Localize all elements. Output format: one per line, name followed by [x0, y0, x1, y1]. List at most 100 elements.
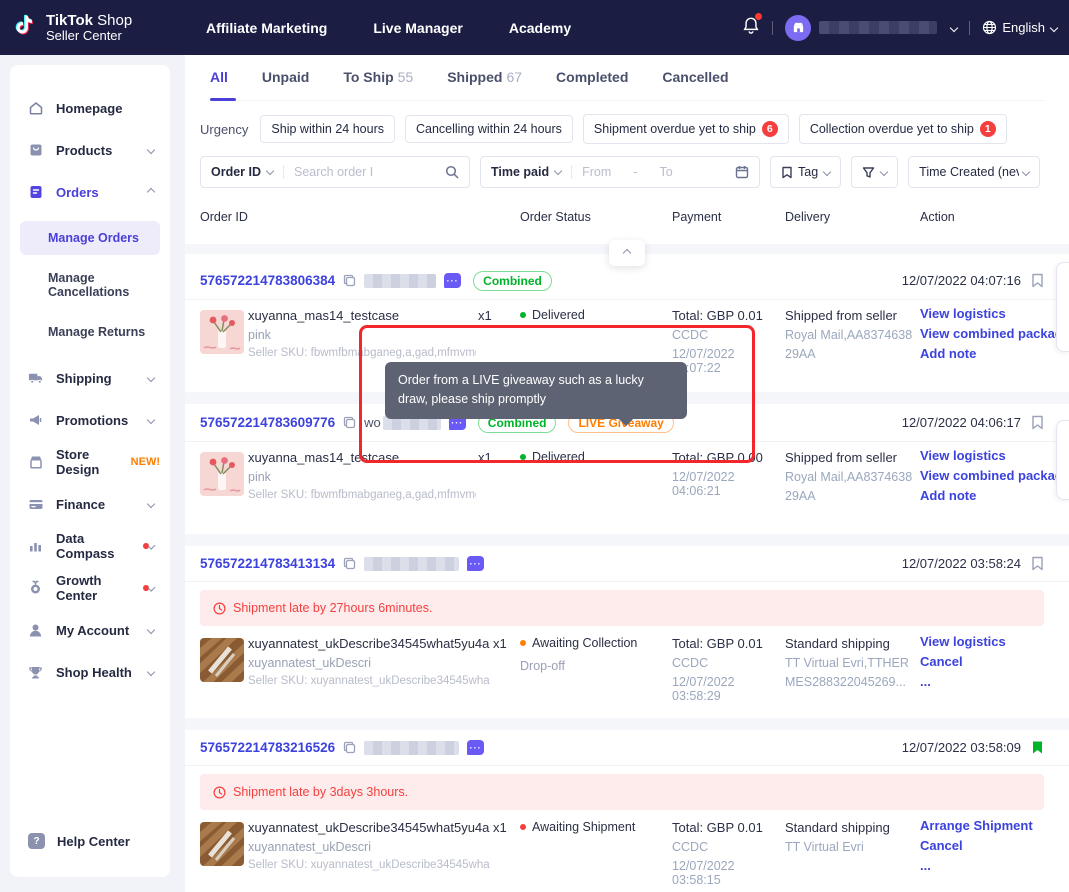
account-menu[interactable]: [785, 15, 957, 41]
tab-completed[interactable]: Completed: [556, 69, 628, 100]
payment-time: 12/07/2022 04:07:22: [672, 347, 784, 375]
sidebar-subitem-manage-cancellations[interactable]: Manage Cancellations: [20, 261, 160, 309]
date-to-input[interactable]: To: [659, 165, 672, 179]
delivery-tracking: MES288322045269...: [785, 675, 915, 689]
medal-icon: [28, 580, 44, 596]
action-cancel[interactable]: Cancel: [920, 838, 1033, 853]
delivery-tracking: 29AA: [785, 489, 915, 503]
tab-unpaid[interactable]: Unpaid: [262, 69, 309, 100]
chip-shipment-overdue[interactable]: Shipment overdue yet to ship6: [583, 114, 789, 144]
action-more[interactable]: ...: [920, 858, 1033, 873]
order-id-link[interactable]: 576572214783413134: [200, 556, 335, 571]
action-view-logistics[interactable]: View logistics: [920, 306, 1069, 321]
chat-icon[interactable]: ···: [444, 273, 461, 288]
sidebar-item-promotions[interactable]: Promotions: [28, 407, 160, 433]
order-id-link[interactable]: 576572214783216526: [200, 740, 335, 755]
search-input[interactable]: [294, 165, 386, 179]
chevron-down-icon: [266, 167, 274, 175]
sidebar-item-orders[interactable]: Orders: [28, 179, 160, 205]
chip-collection-overdue[interactable]: Collection overdue yet to ship1: [799, 114, 1007, 144]
divider: [571, 165, 572, 179]
time-field-select[interactable]: Time paid: [491, 165, 561, 179]
tab-shipped[interactable]: Shipped67: [447, 69, 522, 100]
sidebar-item-data-compass[interactable]: Data Compass: [28, 533, 160, 559]
orders-main: All Unpaid To Ship55 Shipped67 Completed…: [185, 55, 1069, 892]
order-id-link[interactable]: 576572214783609776: [200, 415, 335, 430]
product-variant: pink: [248, 470, 476, 484]
chat-icon[interactable]: ···: [467, 556, 484, 571]
time-paid-range-box: Time paid From - To: [480, 156, 760, 188]
sidebar-item-my-account[interactable]: My Account: [28, 617, 160, 643]
help-center[interactable]: ? Help Center: [28, 833, 130, 849]
col-delivery: Delivery: [785, 210, 830, 224]
tag-filter[interactable]: Tag: [770, 156, 841, 188]
chip-ship-within-24h[interactable]: Ship within 24 hours: [260, 115, 395, 143]
action-view-logistics[interactable]: View logistics: [920, 634, 1006, 649]
tab-cancelled[interactable]: Cancelled: [662, 69, 728, 100]
action-add-note[interactable]: Add note: [920, 346, 1069, 361]
tab-all[interactable]: All: [210, 69, 228, 100]
sidebar-subitem-manage-orders[interactable]: Manage Orders: [20, 221, 160, 255]
search-type-select[interactable]: Order ID: [211, 165, 273, 179]
sidebar-item-shipping[interactable]: Shipping: [28, 365, 160, 391]
product-thumbnail-flower[interactable]: [200, 310, 244, 354]
col-payment: Payment: [672, 210, 721, 224]
nav-academy[interactable]: Academy: [509, 20, 571, 36]
notification-dot: [755, 13, 762, 20]
card-separator: [185, 718, 1069, 730]
sidebar-item-store-design[interactable]: Store Design NEW!: [28, 449, 160, 475]
more-filters[interactable]: [851, 156, 898, 188]
chat-icon[interactable]: ···: [467, 740, 484, 755]
sort-select[interactable]: Time Created (nev: [908, 156, 1040, 188]
action-cancel[interactable]: Cancel: [920, 654, 1006, 669]
sidebar-item-homepage[interactable]: Homepage: [28, 95, 160, 121]
tab-to-ship[interactable]: To Ship55: [343, 69, 413, 100]
search-icon[interactable]: [445, 165, 459, 179]
copy-icon[interactable]: [343, 274, 356, 287]
bookmark-icon-flagged[interactable]: [1031, 740, 1044, 755]
payment-method: CCDC: [672, 328, 784, 342]
sidebar-subitem-manage-returns[interactable]: Manage Returns: [20, 315, 160, 349]
product-variant: xuyannatest_ukDescri: [248, 656, 490, 670]
delivery-option: Standard shipping: [785, 820, 915, 835]
action-arrange-shipment[interactable]: Arrange Shipment: [920, 818, 1033, 833]
side-floating-widget[interactable]: [1056, 420, 1069, 500]
chip-cancelling-within-24h[interactable]: Cancelling within 24 hours: [405, 115, 573, 143]
side-floating-widget[interactable]: [1056, 262, 1069, 352]
calendar-icon[interactable]: [735, 165, 749, 179]
action-view-logistics[interactable]: View logistics: [920, 448, 1069, 463]
bookmark-icon[interactable]: [1031, 273, 1044, 288]
sidebar-item-shop-health[interactable]: Shop Health: [28, 659, 160, 685]
copy-icon[interactable]: [343, 741, 356, 754]
product-thumbnail-wood[interactable]: [200, 638, 244, 682]
payment-total: Total: GBP 0.01: [672, 636, 784, 651]
product-thumbnail-flower[interactable]: [200, 452, 244, 496]
card-icon: [28, 496, 44, 512]
product-variant: xuyannatest_ukDescri: [248, 840, 490, 854]
sidebar-item-finance[interactable]: Finance: [28, 491, 160, 517]
action-more[interactable]: ...: [920, 674, 1006, 689]
sidebar-item-growth-center[interactable]: Growth Center: [28, 575, 160, 601]
language-label: English: [1002, 20, 1045, 35]
action-view-combined-package[interactable]: View combined package: [920, 326, 1069, 341]
products-icon: [28, 142, 44, 158]
brand-logo[interactable]: TikTok Shop Seller Center: [10, 12, 198, 44]
nav-live-manager[interactable]: Live Manager: [373, 20, 462, 36]
notifications-bell-icon[interactable]: [742, 16, 760, 40]
product-thumbnail-wood[interactable]: [200, 822, 244, 866]
order-id-link[interactable]: 576572214783806384: [200, 273, 335, 288]
action-add-note[interactable]: Add note: [920, 488, 1069, 503]
language-selector[interactable]: English: [982, 20, 1057, 35]
redacted-shop-name: [819, 21, 937, 34]
order-status: Awaiting Collection: [532, 636, 637, 650]
chevron-down-icon: [147, 626, 155, 634]
nav-affiliate-marketing[interactable]: Affiliate Marketing: [206, 20, 327, 36]
copy-icon[interactable]: [343, 416, 356, 429]
copy-icon[interactable]: [343, 557, 356, 570]
bookmark-icon[interactable]: [1031, 415, 1044, 430]
action-view-combined-package[interactable]: View combined package: [920, 468, 1069, 483]
collapse-button[interactable]: [609, 240, 645, 266]
bookmark-icon[interactable]: [1031, 556, 1044, 571]
date-from-input[interactable]: From: [582, 165, 611, 179]
sidebar-item-products[interactable]: Products: [28, 137, 160, 163]
